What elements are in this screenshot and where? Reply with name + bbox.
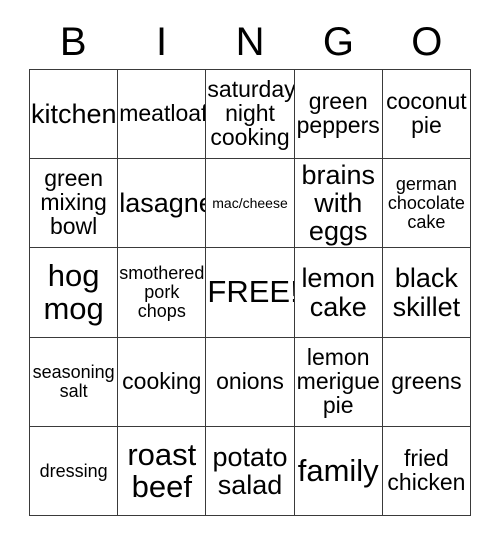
bingo-header-letter-o: O: [411, 20, 443, 64]
bingo-cell-label: black skillet: [392, 263, 461, 322]
bingo-cell-label: dressing: [39, 460, 108, 481]
bingo-header-letter-n: N: [235, 20, 265, 64]
bingo-row: green mixing bowl lasagne mac/cheese bra…: [30, 159, 472, 249]
bingo-cell-label: brains with eggs: [301, 160, 375, 247]
bingo-cell-label: cooking: [122, 367, 202, 394]
bingo-cell-label: saturday night cooking: [207, 76, 295, 151]
bingo-cell-label: mac/cheese: [212, 195, 288, 212]
bingo-header-row: B I N G O: [29, 18, 471, 66]
bingo-cell-label: potato salad: [212, 441, 288, 500]
bingo-cell-g3[interactable]: lemon cake: [294, 248, 383, 338]
bingo-cell-i4[interactable]: cooking: [118, 337, 207, 427]
bingo-cell-b3[interactable]: hog mog: [30, 248, 119, 338]
bingo-cell-b2[interactable]: green mixing bowl: [30, 159, 119, 249]
bingo-cell-i2[interactable]: lasagne: [118, 159, 207, 249]
bingo-cell-label: coconut pie: [386, 88, 467, 139]
bingo-header-letter-i: I: [156, 20, 168, 64]
bingo-cell-g5[interactable]: family: [294, 426, 383, 517]
bingo-cell-g1[interactable]: green peppers: [294, 70, 383, 160]
bingo-row: hog mog smothered pork chops FREE! lemon…: [30, 248, 472, 338]
bingo-cell-i3[interactable]: smothered pork chops: [118, 248, 207, 338]
bingo-row: kitchen meatloaf saturday night cooking …: [30, 70, 472, 160]
bingo-cell-i5[interactable]: roast beef: [118, 426, 207, 517]
bingo-cell-label: german chocolate cake: [387, 174, 465, 232]
bingo-cell-o4[interactable]: greens: [382, 337, 472, 427]
bingo-header-letter-b: B: [59, 20, 87, 64]
bingo-cell-i1[interactable]: meatloaf: [118, 70, 207, 160]
bingo-cell-b5[interactable]: dressing: [30, 426, 119, 517]
bingo-cell-label: onions: [216, 367, 284, 394]
bingo-cell-label: lasagne: [119, 188, 207, 219]
bingo-cell-label: hog mog: [43, 258, 104, 326]
bingo-cell-n4[interactable]: onions: [206, 337, 295, 427]
bingo-row: seasoning salt cooking onions lemon meri…: [30, 337, 472, 427]
bingo-cell-n1[interactable]: saturday night cooking: [206, 70, 295, 160]
bingo-cell-n5[interactable]: potato salad: [206, 426, 295, 517]
bingo-card: B I N G O kitchen meatloaf saturday nigh…: [0, 0, 500, 544]
bingo-cell-b4[interactable]: seasoning salt: [30, 337, 119, 427]
bingo-cell-g4[interactable]: lemon merigue pie: [294, 337, 383, 427]
bingo-cell-label: smothered pork chops: [119, 263, 205, 321]
bingo-grid: kitchen meatloaf saturday night cooking …: [29, 69, 472, 517]
bingo-cell-label: fried chicken: [387, 445, 466, 495]
bingo-cell-label: green peppers: [296, 88, 380, 139]
bingo-cell-label: roast beef: [127, 436, 197, 504]
bingo-cell-o3[interactable]: black skillet: [382, 248, 472, 338]
bingo-header-letter-g: G: [322, 20, 354, 64]
bingo-cell-label: lemon cake: [301, 263, 375, 322]
bingo-row: dressing roast beef potato salad family …: [30, 426, 472, 517]
bingo-cell-label: meatloaf: [119, 100, 207, 127]
bingo-cell-label: seasoning salt: [32, 361, 115, 401]
bingo-cell-g2[interactable]: brains with eggs: [294, 159, 383, 249]
bingo-cell-o5[interactable]: fried chicken: [382, 426, 472, 517]
bingo-cell-label: lemon merigue pie: [296, 343, 380, 418]
bingo-free-space-label: FREE!: [207, 274, 295, 310]
bingo-cell-n2[interactable]: mac/cheese: [206, 159, 295, 249]
bingo-cell-o1[interactable]: coconut pie: [382, 70, 472, 160]
bingo-cell-label: family: [297, 452, 379, 488]
bingo-cell-o2[interactable]: german chocolate cake: [382, 159, 472, 249]
bingo-cell-b1[interactable]: kitchen: [30, 70, 119, 160]
bingo-cell-free-space[interactable]: FREE!: [206, 248, 295, 338]
bingo-cell-label: greens: [391, 367, 462, 394]
bingo-cell-label: kitchen: [31, 99, 117, 130]
bingo-cell-label: green mixing bowl: [40, 165, 107, 240]
